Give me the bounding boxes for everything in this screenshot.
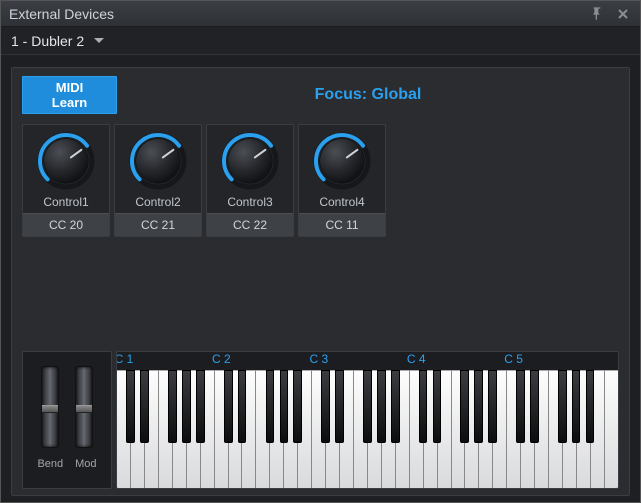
window-title: External Devices bbox=[9, 6, 580, 22]
midi-learn-button[interactable]: MIDI Learn bbox=[22, 76, 117, 114]
black-key[interactable] bbox=[488, 370, 497, 443]
keyboard-zone: Bend Mod C 1 C 2 C 3 C 4 C 5 bbox=[22, 351, 619, 489]
black-key[interactable] bbox=[391, 370, 400, 443]
black-key[interactable] bbox=[224, 370, 233, 443]
wheels-panel: Bend Mod bbox=[22, 351, 112, 489]
control-name: Control3 bbox=[227, 193, 272, 213]
octave-label: C 5 bbox=[504, 352, 523, 366]
black-key[interactable] bbox=[474, 370, 483, 443]
control-slot: Control4CC 11 bbox=[298, 124, 386, 237]
close-icon[interactable] bbox=[614, 5, 632, 23]
spacer bbox=[22, 247, 619, 351]
cc-label[interactable]: CC 20 bbox=[23, 213, 109, 236]
control-slot: Control3CC 22 bbox=[206, 124, 294, 237]
white-key[interactable] bbox=[605, 370, 618, 488]
mod-wheel[interactable] bbox=[75, 366, 93, 448]
black-key[interactable] bbox=[196, 370, 205, 443]
control-name: Control1 bbox=[43, 193, 88, 213]
black-key[interactable] bbox=[266, 370, 275, 443]
cc-label[interactable]: CC 21 bbox=[115, 213, 201, 236]
knob[interactable] bbox=[310, 129, 374, 193]
mod-label: Mod bbox=[75, 458, 96, 470]
black-key[interactable] bbox=[363, 370, 372, 443]
black-key[interactable] bbox=[280, 370, 289, 443]
chevron-down-icon bbox=[94, 36, 104, 46]
knob[interactable] bbox=[34, 129, 98, 193]
octave-label: C 4 bbox=[407, 352, 426, 366]
black-key[interactable] bbox=[516, 370, 525, 443]
black-key[interactable] bbox=[168, 370, 177, 443]
pitch-bend-wheel[interactable] bbox=[41, 366, 59, 448]
control-slot: Control1CC 20 bbox=[22, 124, 110, 237]
device-name: 1 - Dubler 2 bbox=[11, 33, 84, 49]
pin-icon[interactable] bbox=[588, 5, 606, 23]
controls-row: Control1CC 20Control2CC 21Control3CC 22C… bbox=[22, 124, 619, 237]
black-key[interactable] bbox=[530, 370, 539, 443]
black-key[interactable] bbox=[293, 370, 302, 443]
focus-label: Focus: Global bbox=[117, 86, 619, 104]
black-key[interactable] bbox=[126, 370, 135, 443]
control-name: Control4 bbox=[319, 193, 364, 213]
control-slot: Control2CC 21 bbox=[114, 124, 202, 237]
black-key[interactable] bbox=[182, 370, 191, 443]
main-panel: MIDI Learn Focus: Global Control1CC 20Co… bbox=[11, 67, 630, 496]
black-key[interactable] bbox=[140, 370, 149, 443]
black-key[interactable] bbox=[433, 370, 442, 443]
octave-label: C 3 bbox=[309, 352, 328, 366]
octave-labels: C 1 C 2 C 3 C 4 C 5 bbox=[117, 352, 618, 370]
panel-outer: MIDI Learn Focus: Global Control1CC 20Co… bbox=[1, 55, 640, 502]
black-key[interactable] bbox=[321, 370, 330, 443]
black-key[interactable] bbox=[419, 370, 428, 443]
knob[interactable] bbox=[218, 129, 282, 193]
knob[interactable] bbox=[126, 129, 190, 193]
cc-label[interactable]: CC 11 bbox=[299, 213, 385, 236]
panel-header: MIDI Learn Focus: Global bbox=[22, 76, 619, 114]
bend-label: Bend bbox=[37, 458, 63, 470]
cc-label[interactable]: CC 22 bbox=[207, 213, 293, 236]
black-key[interactable] bbox=[460, 370, 469, 443]
octave-label: C 1 bbox=[116, 352, 133, 366]
black-key[interactable] bbox=[558, 370, 567, 443]
device-selector[interactable]: 1 - Dubler 2 bbox=[1, 27, 640, 55]
piano-panel: C 1 C 2 C 3 C 4 C 5 bbox=[116, 351, 619, 489]
black-key[interactable] bbox=[377, 370, 386, 443]
octave-label: C 2 bbox=[212, 352, 231, 366]
control-name: Control2 bbox=[135, 193, 180, 213]
black-key[interactable] bbox=[572, 370, 581, 443]
piano-keyboard[interactable] bbox=[117, 370, 618, 488]
titlebar: External Devices bbox=[1, 1, 640, 27]
black-key[interactable] bbox=[238, 370, 247, 443]
black-key[interactable] bbox=[586, 370, 595, 443]
black-key[interactable] bbox=[335, 370, 344, 443]
